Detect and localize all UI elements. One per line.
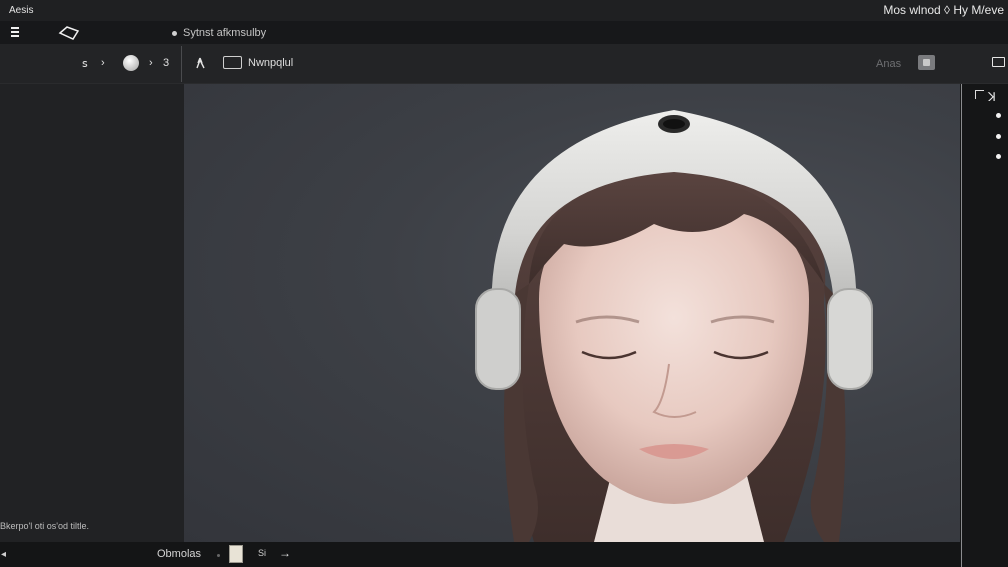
menu-icon[interactable]: [11, 27, 21, 38]
view-label[interactable]: Nwnpqlul: [248, 57, 293, 69]
title-right-text: Mos wlnod ◊ Hy M/eve: [883, 3, 1004, 17]
title-bar: Aesis Mos wlnod ◊ Hy M/eve: [0, 0, 1008, 21]
left-status-text: Bkerpo'l oti os'od tiltle.: [0, 521, 89, 531]
left-panel: [0, 84, 184, 542]
person-icon[interactable]: [194, 56, 206, 70]
bracket-icon: [975, 90, 984, 99]
unsaved-dot-icon: [172, 30, 177, 36]
right-panel-divider[interactable]: [961, 84, 962, 567]
ball-icon[interactable]: [123, 55, 139, 71]
page-number: Si: [258, 548, 267, 558]
toolbar-divider: [181, 46, 182, 82]
tag-icon[interactable]: [58, 25, 80, 41]
app-name: Aesis: [9, 5, 34, 16]
right-panel-dot[interactable]: [996, 134, 1001, 139]
right-panel-dot[interactable]: [996, 154, 1001, 159]
document-title[interactable]: Sytnst afkmsulby: [172, 27, 266, 39]
right-toolbar-label: Anas: [876, 58, 902, 70]
bottom-bar: ◂ Obmolas Si →: [0, 542, 960, 567]
square-icon[interactable]: [918, 55, 935, 70]
separator-dot: [217, 554, 220, 557]
tool-2-button[interactable]: ›: [101, 57, 105, 69]
thumbnail[interactable]: [229, 545, 243, 563]
document-title-text: Sytnst afkmsulby: [183, 27, 267, 39]
panel-icon[interactable]: [992, 57, 1005, 67]
render-preview-image: [475, 110, 873, 542]
next-arrow-icon[interactable]: →: [279, 546, 291, 560]
tool-1-button[interactable]: ꜱ: [82, 57, 88, 70]
toolbar: ꜱ › › 3 Nwnpqlul Anas: [0, 44, 1008, 84]
image-canvas[interactable]: [184, 84, 960, 542]
tool-4-button[interactable]: 3: [163, 57, 169, 69]
view-toggle-icon[interactable]: [223, 56, 242, 69]
right-panel-header: ꓘ: [988, 90, 996, 104]
prev-arrow-icon[interactable]: ◂: [1, 549, 6, 560]
menu-bar: Sytnst afkmsulby: [0, 21, 1008, 44]
tool-3-button[interactable]: ›: [149, 57, 153, 69]
bottom-label: Obmolas: [157, 548, 202, 560]
right-panel-dot[interactable]: [996, 113, 1001, 118]
